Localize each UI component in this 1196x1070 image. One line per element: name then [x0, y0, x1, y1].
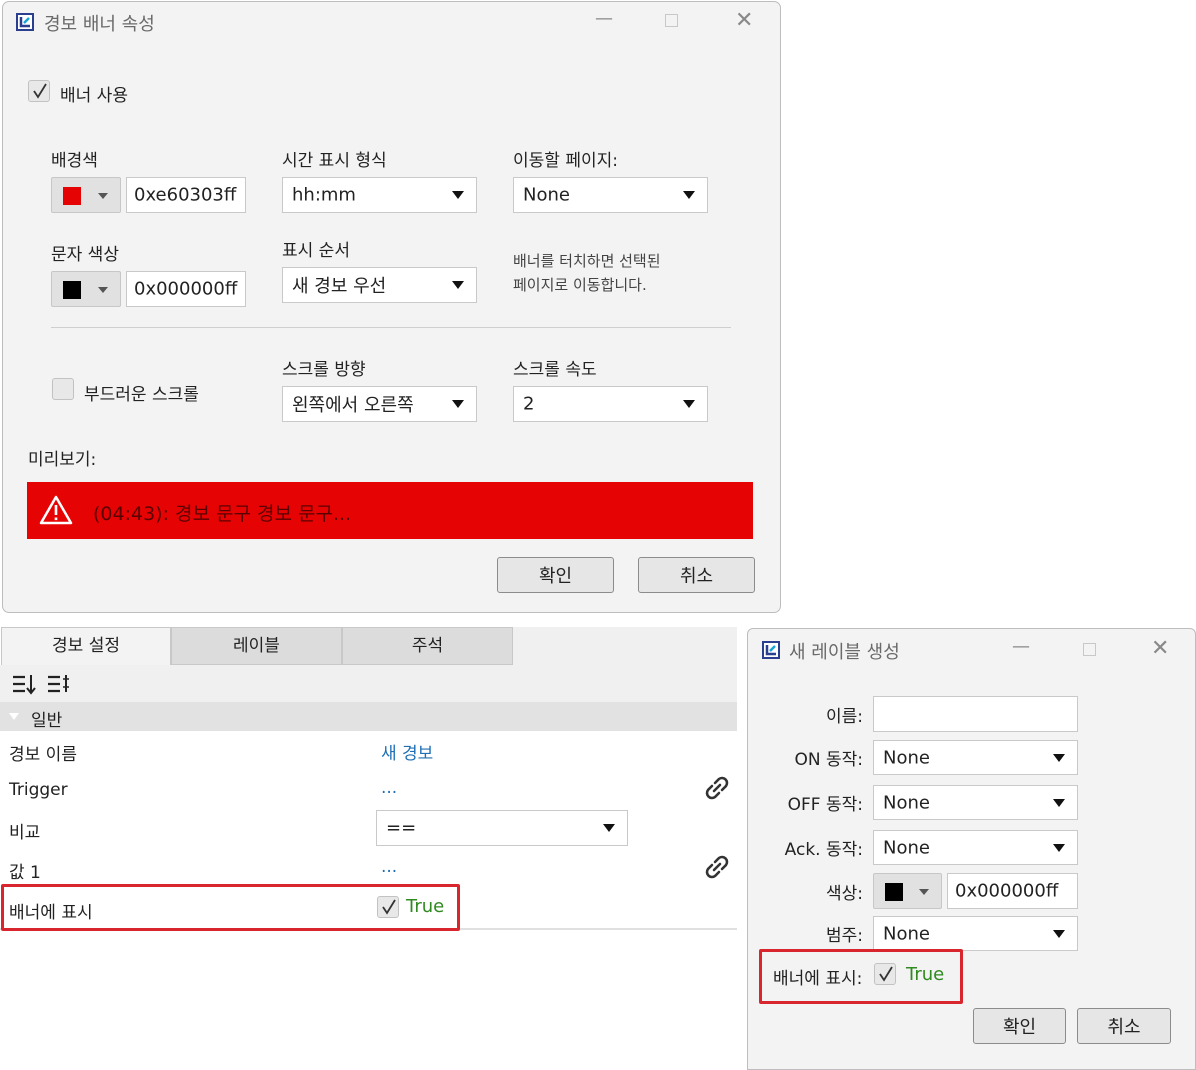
ack-action-select[interactable]: None — [873, 830, 1078, 865]
cancel-button[interactable]: 취소 — [1077, 1008, 1171, 1044]
scroll-speed-select[interactable]: 2 — [513, 386, 708, 422]
text-color-field[interactable]: 0x000000ff — [126, 271, 246, 307]
time-format-select[interactable]: hh:mm — [282, 177, 477, 213]
collapse-icon[interactable] — [9, 713, 19, 720]
ok-button[interactable]: 확인 — [497, 557, 614, 593]
link-icon[interactable] — [703, 853, 731, 881]
close-icon[interactable]: ✕ — [1151, 636, 1169, 661]
text-color-picker[interactable] — [51, 271, 121, 307]
enable-banner-label: 배너 사용 — [60, 86, 128, 106]
goto-page-label: 이동할 페이지: — [513, 151, 618, 171]
close-icon[interactable]: ✕ — [735, 8, 753, 33]
row-name-compare: 비교 — [9, 823, 41, 843]
highlight-box — [1, 884, 460, 931]
text-color-swatch — [63, 281, 81, 299]
dialog-title: 경보 배너 속성 — [44, 14, 155, 35]
preview-label: 미리보기: — [28, 450, 97, 470]
off-action-label: OFF 동작: — [787, 795, 863, 815]
ack-action-label: Ack. 동작: — [784, 840, 863, 860]
name-label: 이름: — [825, 707, 863, 727]
compare-select[interactable]: == — [376, 810, 628, 846]
category-select[interactable]: None — [873, 916, 1078, 951]
color-swatch — [885, 883, 903, 901]
touch-hint-line1: 배너를 터치하면 선택된 — [513, 252, 661, 270]
name-field[interactable] — [873, 696, 1078, 732]
sort-categorized-icon[interactable] — [11, 673, 37, 695]
on-action-select[interactable]: None — [873, 740, 1078, 775]
app-icon — [16, 13, 34, 31]
bg-color-field[interactable]: 0xe60303ff — [126, 177, 246, 213]
display-order-label: 표시 순서 — [282, 241, 350, 261]
minimize-icon[interactable]: — — [595, 8, 613, 29]
display-order-select[interactable]: 새 경보 우선 — [282, 267, 477, 303]
goto-page-select[interactable]: None — [513, 177, 708, 213]
row-name-trigger: Trigger — [9, 780, 68, 800]
row-name-alarm-name: 경보 이름 — [9, 745, 77, 765]
row-value-alarm-name[interactable]: 새 경보 — [381, 739, 433, 764]
row-value-trigger[interactable]: ... — [381, 778, 397, 798]
minimize-icon[interactable]: — — [1012, 636, 1030, 657]
highlight-box — [759, 949, 963, 1004]
row-value-value1[interactable]: ... — [381, 857, 397, 877]
divider — [51, 327, 731, 328]
tab-alarm-settings[interactable]: 경보 설정 — [1, 627, 171, 665]
scroll-direction-label: 스크롤 방향 — [282, 360, 366, 380]
chevron-down-icon — [98, 193, 108, 199]
app-icon — [762, 641, 780, 659]
smooth-scroll-checkbox[interactable] — [52, 378, 74, 400]
link-icon[interactable] — [703, 774, 731, 802]
maximize-icon[interactable] — [665, 14, 678, 27]
warning-icon — [39, 495, 73, 525]
row-name-value1: 값 1 — [9, 863, 41, 883]
cancel-button[interactable]: 취소 — [638, 557, 755, 593]
color-picker[interactable] — [873, 873, 942, 909]
banner-preview: (04:43): 경보 문구 경보 문구... — [27, 482, 753, 539]
tab-annotation[interactable]: 주석 — [342, 627, 513, 665]
text-color-label: 문자 색상 — [51, 245, 119, 265]
off-action-select[interactable]: None — [873, 785, 1078, 820]
tab-label[interactable]: 레이블 — [171, 627, 342, 665]
scroll-direction-select[interactable]: 왼쪽에서 오른쪽 — [282, 386, 477, 422]
bg-color-swatch — [63, 187, 81, 205]
on-action-label: ON 동작: — [794, 750, 863, 770]
chevron-down-icon — [98, 287, 108, 293]
sort-alphabetical-icon[interactable] — [46, 673, 72, 695]
ok-button[interactable]: 확인 — [973, 1008, 1066, 1044]
time-format-label: 시간 표시 형식 — [282, 151, 387, 171]
color-field[interactable]: 0x000000ff — [947, 873, 1078, 909]
touch-hint-line2: 페이지로 이동합니다. — [513, 276, 647, 294]
category-label: 범주: — [825, 926, 863, 946]
preview-text: (04:43): 경보 문구 경보 문구... — [93, 503, 352, 525]
smooth-scroll-label: 부드러운 스크롤 — [84, 385, 199, 405]
color-label: 색상: — [825, 884, 863, 904]
panel-toolbar — [0, 665, 737, 702]
section-title: 일반 — [31, 711, 63, 731]
chevron-down-icon — [919, 889, 929, 895]
bg-color-picker[interactable] — [51, 177, 121, 213]
bg-color-label: 배경색 — [51, 151, 98, 171]
section-header[interactable] — [0, 702, 737, 731]
maximize-icon[interactable] — [1083, 643, 1096, 656]
enable-banner-checkbox[interactable] — [28, 80, 50, 102]
scroll-speed-label: 스크롤 속도 — [513, 360, 597, 380]
dialog-title: 새 레이블 생성 — [789, 642, 900, 663]
tab-strip-bg — [512, 627, 737, 665]
